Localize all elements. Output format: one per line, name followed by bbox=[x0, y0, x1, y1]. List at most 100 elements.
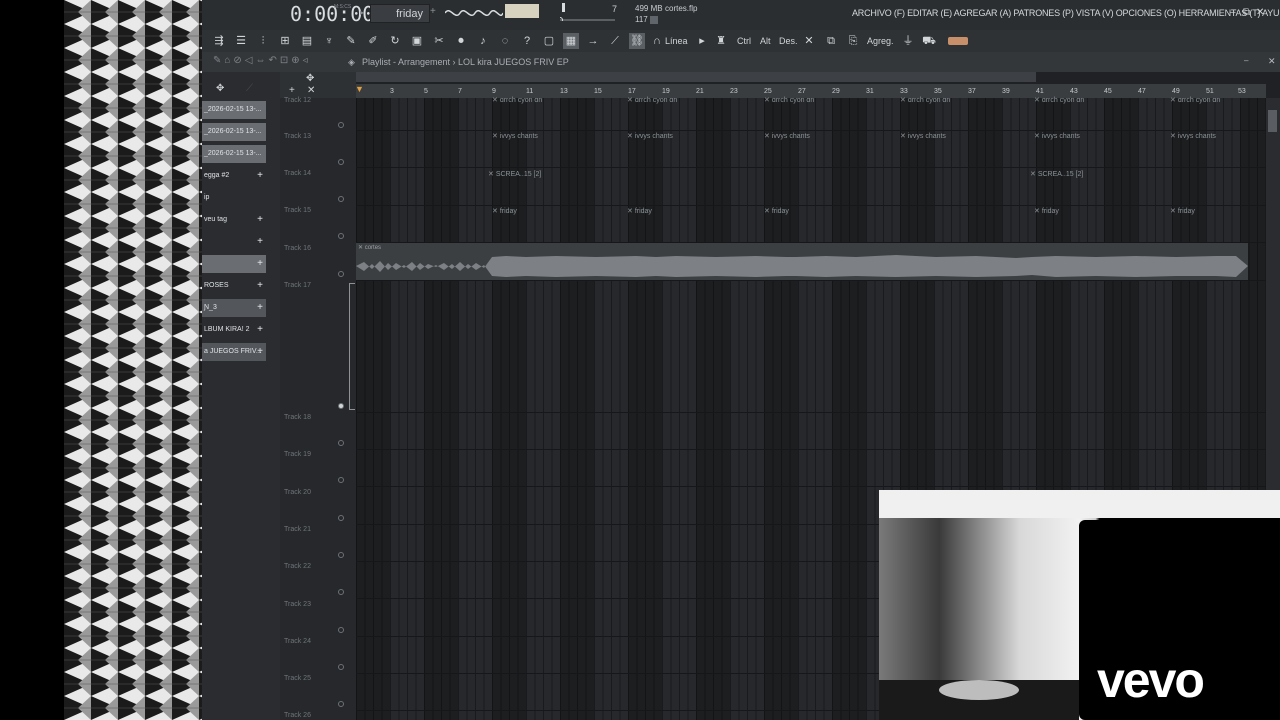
track-label[interactable]: Track 25 bbox=[284, 675, 311, 682]
playhead-marker-icon[interactable]: ▼ bbox=[355, 84, 364, 94]
add-button[interactable]: Agreg. bbox=[867, 36, 894, 46]
pattern-clip[interactable]: ✕ ivvys chants bbox=[492, 132, 538, 140]
track-mute-icon[interactable] bbox=[338, 271, 344, 277]
close-icon[interactable]: ✕ bbox=[1256, 7, 1264, 18]
track-mute-icon[interactable] bbox=[338, 627, 344, 633]
pattern-clip[interactable]: ✕ friday bbox=[764, 207, 789, 215]
playlist-minimize-icon[interactable]: – bbox=[1244, 56, 1248, 65]
track-label[interactable]: Track 26 bbox=[284, 712, 311, 719]
main-menu[interactable]: ARCHIVO (F) EDITAR (E) AGREGAR (A) PATRO… bbox=[852, 8, 1280, 18]
pattern-clip[interactable]: ✕ ɑrrch cyon ɑn bbox=[900, 96, 950, 104]
mic-icon[interactable]: ♪ bbox=[475, 33, 491, 49]
master-volume-slider[interactable] bbox=[560, 3, 618, 21]
track-label[interactable]: Track 20 bbox=[284, 489, 311, 496]
magnet-icon[interactable]: ∩ bbox=[649, 33, 665, 49]
arrow-right-icon[interactable]: → bbox=[585, 33, 601, 49]
track-mute-icon[interactable] bbox=[338, 233, 344, 239]
pattern-clip[interactable]: ✕ ɑrrch cyon ɑn bbox=[492, 96, 542, 104]
grid-icon[interactable]: ▦ bbox=[563, 33, 579, 49]
pattern-clip[interactable]: ✕ friday bbox=[1034, 207, 1059, 215]
record-icon[interactable]: ⏺ bbox=[453, 33, 469, 49]
browser-item[interactable]: veu tag + bbox=[202, 211, 266, 229]
chat-icon[interactable]: ◌ bbox=[497, 33, 513, 49]
track-mute-icon[interactable] bbox=[338, 515, 344, 521]
track-mute-icon[interactable] bbox=[338, 159, 344, 165]
browser-item[interactable]: ip bbox=[202, 189, 266, 207]
tuner-icon[interactable]: ⏚ bbox=[900, 33, 916, 49]
channel-rack-icon[interactable]: ⫶ bbox=[255, 33, 271, 49]
pattern-clip[interactable]: ✕ friday bbox=[627, 207, 652, 215]
draw-icon[interactable]: ✎ bbox=[343, 33, 359, 49]
track-mute-icon[interactable] bbox=[338, 440, 344, 446]
track-label[interactable]: Track 16 bbox=[284, 245, 311, 252]
pattern-clip[interactable]: ✕ ɑrrch cyon ɑn bbox=[627, 96, 677, 104]
track-mute-icon[interactable] bbox=[338, 664, 344, 670]
add-icon[interactable]: + bbox=[257, 277, 263, 295]
selection-marker[interactable] bbox=[349, 283, 355, 410]
pattern-clip[interactable]: ✕ ɑrrch cyon ɑn bbox=[1170, 96, 1220, 104]
move-icon[interactable]: ✥ bbox=[306, 73, 314, 84]
playlist-icon[interactable]: ▤ bbox=[299, 33, 315, 49]
add-icon[interactable]: + bbox=[257, 211, 263, 229]
add-icon[interactable]: + bbox=[257, 321, 263, 339]
scrollbar-thumb[interactable] bbox=[1268, 110, 1277, 132]
pattern-clip[interactable]: ✕ ivvys chants bbox=[764, 132, 810, 140]
deselect-button[interactable]: Des. bbox=[779, 36, 798, 46]
browser-item[interactable]: _2026-02-15 13-... bbox=[202, 145, 266, 163]
ctrl-button[interactable]: Ctrl bbox=[737, 36, 751, 46]
track-label[interactable]: Track 18 bbox=[284, 414, 311, 421]
browser-item[interactable]: + bbox=[202, 233, 266, 251]
add-icon[interactable]: + bbox=[257, 167, 263, 185]
horizontal-scrollbar[interactable] bbox=[356, 72, 1036, 82]
copy-icon[interactable]: ⧉ bbox=[823, 33, 839, 49]
browser-item[interactable]: ROSES + bbox=[202, 277, 266, 295]
help-icon[interactable]: ? bbox=[519, 33, 535, 49]
track-mute-icon[interactable] bbox=[338, 552, 344, 558]
add-pattern-icon[interactable]: + bbox=[430, 6, 436, 17]
browser-item[interactable]: Ɲ_3 + bbox=[202, 299, 266, 317]
cart-icon[interactable]: ⛟ bbox=[921, 33, 937, 49]
browser-item[interactable]: + bbox=[202, 255, 266, 273]
template-icon[interactable]: ▢ bbox=[541, 33, 557, 49]
add-track-icon[interactable]: + bbox=[289, 85, 295, 96]
pattern-clip[interactable]: ✕ ivvys chants bbox=[1170, 132, 1216, 140]
track-label[interactable]: Track 17 bbox=[284, 282, 311, 289]
browser-item[interactable]: _2026-02-15 13-... bbox=[202, 123, 266, 141]
track-label[interactable]: Track 22 bbox=[284, 563, 311, 570]
pencil-icon[interactable]: ⟋ bbox=[246, 83, 253, 94]
track-mute-icon[interactable] bbox=[338, 589, 344, 595]
browser-item[interactable]: _2026-02-15 13-... bbox=[202, 101, 266, 119]
track-mute-icon[interactable] bbox=[338, 196, 344, 202]
track-label[interactable]: Track 19 bbox=[284, 451, 311, 458]
stamp-icon[interactable]: ♜ bbox=[713, 33, 729, 49]
piano-roll-icon[interactable]: ☰ bbox=[233, 33, 249, 49]
snap-selector[interactable]: Línea bbox=[665, 36, 688, 46]
save-icon[interactable]: ▣ bbox=[409, 33, 425, 49]
maximize-icon[interactable]: ⧉ bbox=[1243, 7, 1250, 18]
color-swatch[interactable] bbox=[948, 37, 968, 45]
add-icon[interactable]: + bbox=[257, 299, 263, 317]
pattern-clip[interactable]: ✕ friday bbox=[492, 207, 517, 215]
track-mute-icon[interactable] bbox=[338, 403, 344, 409]
add-icon[interactable]: + bbox=[257, 343, 263, 361]
browser-item[interactable]: a JUEGOS FRIV... + bbox=[202, 343, 266, 361]
pattern-selector[interactable]: friday bbox=[370, 4, 430, 23]
pattern-clip[interactable]: ✕ ivvys chants bbox=[1034, 132, 1080, 140]
brush-icon[interactable]: ✐ bbox=[365, 33, 381, 49]
plugin-icon[interactable]: ♆ bbox=[321, 33, 337, 49]
track-label[interactable]: Track 23 bbox=[284, 601, 311, 608]
pattern-clip[interactable]: ✕ ivvys chants bbox=[900, 132, 946, 140]
pattern-clip[interactable]: ✕ friday bbox=[1170, 207, 1195, 215]
track-mute-icon[interactable] bbox=[338, 477, 344, 483]
playlist-tool-icons[interactable]: ✎⌂⊘◁⇔↶⊡⊕◃ bbox=[213, 55, 311, 66]
pattern-clip[interactable]: ✕ SCREA..15 [2] bbox=[1030, 170, 1083, 178]
track-mute-icon[interactable] bbox=[338, 701, 344, 707]
pattern-clip[interactable]: ✕ SCREA..15 [2] bbox=[488, 170, 541, 178]
alt-button[interactable]: Alt bbox=[760, 36, 771, 46]
playlist-close-icon[interactable]: ✕ bbox=[1268, 56, 1276, 67]
move-icon[interactable]: ✥ bbox=[216, 83, 224, 94]
track-label[interactable]: Track 21 bbox=[284, 526, 311, 533]
pattern-clip[interactable]: ✕ ɑrrch cyon ɑn bbox=[764, 96, 814, 104]
cut-icon[interactable]: ✂ bbox=[431, 33, 447, 49]
pattern-clip[interactable]: ✕ ivvys chants bbox=[627, 132, 673, 140]
